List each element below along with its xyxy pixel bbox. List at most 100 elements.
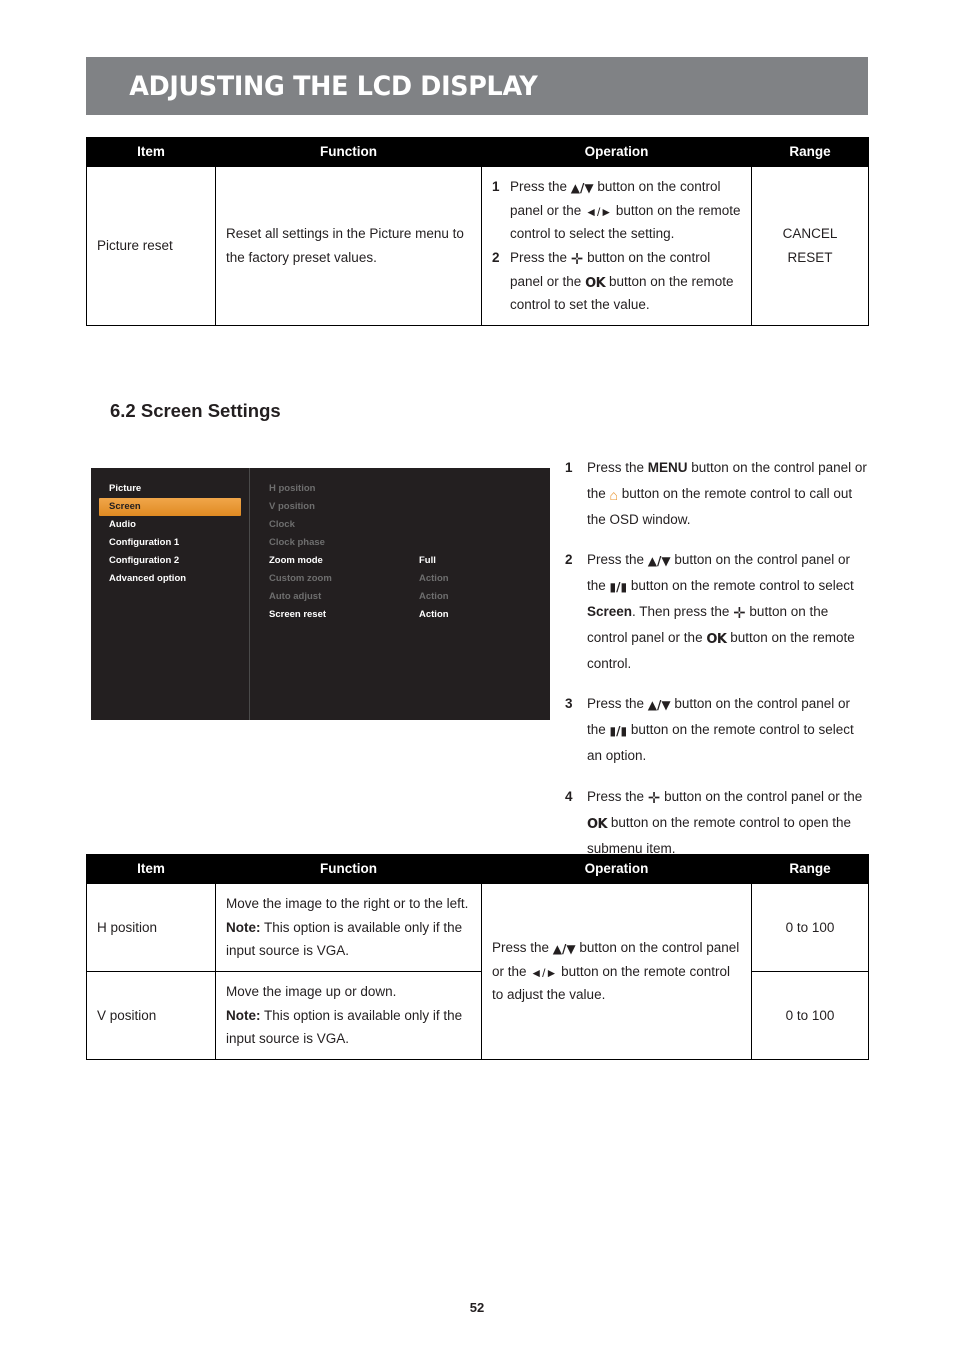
plus-icon: ✛ xyxy=(570,249,584,268)
step-number: 2 xyxy=(492,249,500,265)
page-header-banner: Adjusting the LCD Display xyxy=(86,57,868,115)
osd-option-value xyxy=(419,534,519,552)
operation-step-list: 1 Press the ▲/▼ button on the control pa… xyxy=(492,175,741,317)
column-header-item: Item xyxy=(86,854,216,884)
operation-step: 1 Press the ▲/▼ button on the control pa… xyxy=(492,175,741,246)
step-number: 2 xyxy=(565,552,573,568)
osd-option-label: V position xyxy=(269,501,315,512)
step-number: 3 xyxy=(565,696,573,712)
step-text-b: button on the control panel or the xyxy=(660,788,863,804)
osd-option-v-position[interactable]: V position xyxy=(250,498,550,516)
ok-button-icon: OK xyxy=(585,275,606,291)
cell-item: V position xyxy=(86,970,216,1060)
cell-range: CANCEL RESET xyxy=(751,166,869,326)
step-text-a: Press the xyxy=(587,460,648,475)
step-4: 4 Press the ✛ button on the control pane… xyxy=(565,784,870,862)
function-main-text: Move the image to the right or to the le… xyxy=(226,896,469,911)
column-header-operation: Operation xyxy=(481,854,752,884)
osd-option-h-position[interactable]: H position xyxy=(250,480,550,498)
up-down-arrow-icon: ▲/▼ xyxy=(647,698,671,713)
osd-option-clock-phase[interactable]: Clock phase xyxy=(250,534,550,552)
note-label: Note: xyxy=(226,1007,261,1023)
cell-function: Reset all settings in the Picture menu t… xyxy=(215,166,482,326)
home-icon: ⌂ xyxy=(609,487,618,504)
column-header-operation: Operation xyxy=(481,137,752,167)
ok-button-icon: OK xyxy=(587,816,608,832)
step-text-a: Press the xyxy=(587,788,648,804)
osd-option-value: Action xyxy=(419,609,449,620)
column-header-function: Function xyxy=(215,854,482,884)
cell-item: Picture reset xyxy=(86,166,216,326)
osd-option-value xyxy=(419,480,519,498)
osd-option-clock[interactable]: Clock xyxy=(250,516,550,534)
up-down-arrow-icon: ▲/▼ xyxy=(570,181,594,195)
column-header-range: Range xyxy=(751,854,869,884)
cell-function: Move the image to the right or to the le… xyxy=(215,883,482,972)
osd-screenshot: Picture Screen Audio Configuration 1 Con… xyxy=(91,468,550,720)
step-text-a: Press the xyxy=(587,696,648,712)
operation-text-a: Press the xyxy=(492,939,553,955)
cell-range: 0 to 100 xyxy=(751,970,869,1060)
osd-menu-item-advanced-option[interactable]: Advanced option xyxy=(91,570,249,588)
remote-up-down-icon: ▮/▮ xyxy=(609,580,628,595)
cell-function: Move the image up or down. Note: This op… xyxy=(215,970,482,1060)
osd-option-auto-adjust[interactable]: Auto adjust Action xyxy=(250,588,550,606)
table-row: Picture reset Reset all settings in the … xyxy=(86,166,869,326)
cell-operation: 1 Press the ▲/▼ button on the control pa… xyxy=(481,166,752,326)
minus-plus-icon: ◄/► xyxy=(530,965,558,980)
step-text: Press the ✛ button on the control panel … xyxy=(587,784,870,862)
remote-up-down-icon: ▮/▮ xyxy=(609,724,628,739)
up-down-arrow-icon: ▲/▼ xyxy=(552,941,576,956)
osd-menu-item-picture[interactable]: Picture xyxy=(91,480,249,498)
step-text: Press the ▲/▼ button on the control pane… xyxy=(510,175,741,246)
step-text-c: button on the remote control to open the… xyxy=(587,814,852,856)
osd-menu-item-screen[interactable]: Screen xyxy=(99,498,241,516)
step-text: Press the ▲/▼ button on the control pane… xyxy=(587,547,870,677)
note-text: This option is available only if the inp… xyxy=(226,1007,463,1047)
step-number: 4 xyxy=(565,788,573,804)
function-main-text: Move the image up or down. xyxy=(226,983,397,999)
column-header-range: Range xyxy=(751,137,869,167)
ok-button-icon: OK xyxy=(706,632,727,648)
column-header-function: Function xyxy=(215,137,482,167)
table-row: H position Move the image to the right o… xyxy=(86,883,869,1060)
osd-option-custom-zoom[interactable]: Custom zoom Action xyxy=(250,570,550,588)
operation-step: 2 Press the ✛ button on the control pane… xyxy=(492,246,741,317)
plus-icon: ✛ xyxy=(647,788,661,807)
osd-option-label: Clock xyxy=(269,519,295,530)
step-text-d: . Then press the xyxy=(632,604,734,620)
osd-option-zoom-mode[interactable]: Zoom mode Full xyxy=(250,552,550,570)
step-2: 2 Press the ▲/▼ button on the control pa… xyxy=(565,547,870,677)
step-text-a: Press the xyxy=(587,552,648,568)
osd-option-label: H position xyxy=(269,483,316,494)
step-text-a: Press the xyxy=(510,249,571,265)
function-note: Note: This option is available only if t… xyxy=(226,916,471,963)
step-text-a: Press the xyxy=(510,179,571,194)
note-text: This option is available only if the inp… xyxy=(226,919,463,959)
osd-option-label: Zoom mode xyxy=(269,555,323,566)
step-text: Press the MENU button on the control pan… xyxy=(587,455,870,533)
osd-menu-item-configuration-1[interactable]: Configuration 1 xyxy=(91,534,249,552)
picture-reset-table: Item Function Operation Range Picture re… xyxy=(86,137,869,326)
plus-icon: ✛ xyxy=(733,604,746,623)
note-label: Note: xyxy=(226,919,261,935)
osd-option-label: Clock phase xyxy=(269,537,325,548)
section-heading: 6.2 Screen Settings xyxy=(110,400,281,421)
osd-options-column: H position V position Clock Clock phase … xyxy=(250,468,550,732)
screen-position-table: Item Function Operation Range H position… xyxy=(86,854,869,1060)
page-number: 52 xyxy=(469,1300,485,1315)
osd-menu-item-audio[interactable]: Audio xyxy=(91,516,249,534)
range-value-reset: RESET xyxy=(787,249,833,265)
up-down-arrow-icon: ▲/▼ xyxy=(647,554,671,569)
column-header-item: Item xyxy=(86,137,216,167)
function-note: Note: This option is available only if t… xyxy=(226,1004,471,1051)
table-header-row: Item Function Operation Range xyxy=(86,137,869,167)
step-text-c: button on the remote control to call out… xyxy=(587,486,853,528)
osd-option-label: Auto adjust xyxy=(269,591,322,602)
osd-menu-item-configuration-2[interactable]: Configuration 2 xyxy=(91,552,249,570)
osd-option-screen-reset[interactable]: Screen reset Action xyxy=(250,606,550,624)
table-header-row: Item Function Operation Range xyxy=(86,854,869,884)
osd-option-label: Screen reset xyxy=(269,609,327,620)
cell-item: H position xyxy=(86,883,216,972)
step-text: Press the ▲/▼ button on the control pane… xyxy=(587,691,870,769)
